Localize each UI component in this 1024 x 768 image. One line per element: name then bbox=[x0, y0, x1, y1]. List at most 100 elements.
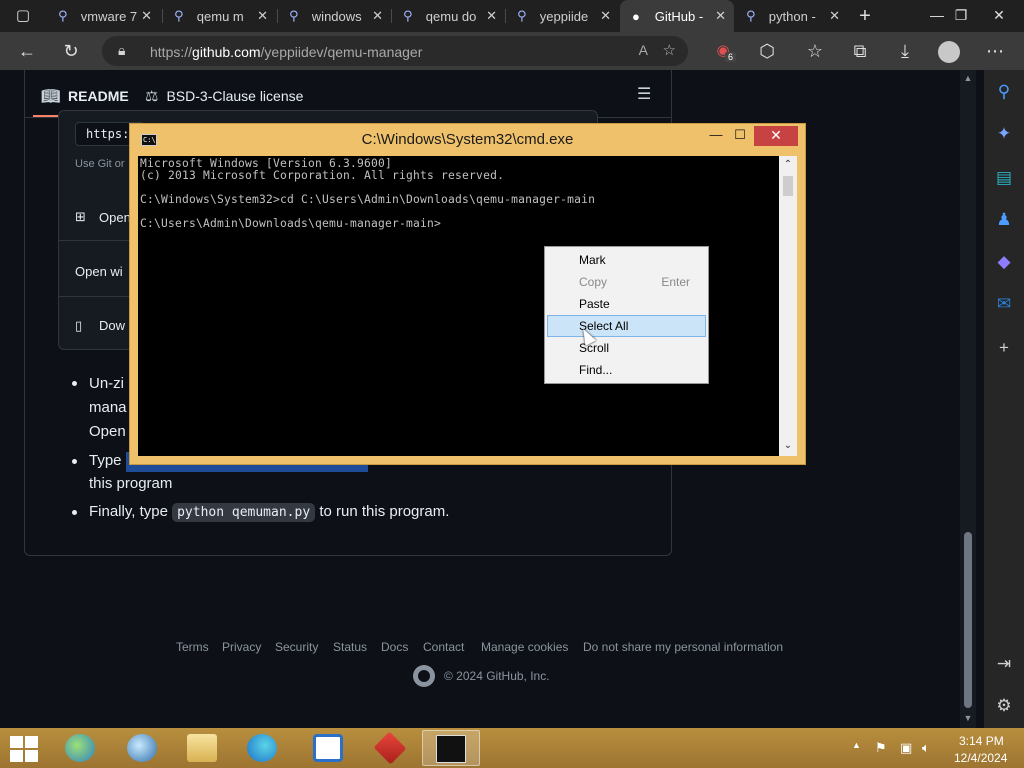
close-tab-icon[interactable]: ✕ bbox=[257, 8, 268, 24]
menu-item-select-all[interactable]: Select All bbox=[547, 315, 706, 337]
taskbar-cmd-icon[interactable] bbox=[422, 730, 480, 766]
browser-toolbar: ← ↻ 🔒︎ https://github.com/yeppiidev/qemu… bbox=[0, 32, 1024, 70]
menu-item-mark[interactable]: Mark bbox=[547, 249, 706, 271]
taskbar-file-explorer-icon[interactable] bbox=[174, 730, 232, 766]
github-logo-icon[interactable] bbox=[413, 665, 435, 687]
open-with-desktop-link[interactable]: Open bbox=[99, 210, 131, 225]
start-button-icon[interactable] bbox=[10, 736, 38, 762]
outlook-icon[interactable]: ✉ bbox=[984, 294, 1024, 314]
tab-7[interactable]: ⚲ python - ✕ bbox=[734, 0, 848, 32]
console-line: C:\Windows\System32>cd C:\Users\Admin\Do… bbox=[140, 193, 596, 206]
taskbar-edge-icon[interactable] bbox=[234, 730, 292, 766]
download-zip-link[interactable]: Dow bbox=[99, 318, 125, 333]
hide-sidebar-icon[interactable]: ⇥ bbox=[984, 654, 1024, 674]
close-tab-icon[interactable]: ✕ bbox=[829, 8, 840, 24]
scroll-thumb[interactable] bbox=[964, 532, 972, 708]
scroll-up-icon[interactable]: ▲ bbox=[960, 73, 976, 83]
scroll-up-icon[interactable]: ⌃ bbox=[779, 159, 797, 170]
desktop-icon[interactable]: ⊞ bbox=[75, 209, 86, 225]
menu-item-paste[interactable]: Paste bbox=[547, 293, 706, 315]
list-bullet bbox=[72, 381, 77, 386]
close-tab-icon[interactable]: ✕ bbox=[600, 8, 611, 24]
menu-item-label: Paste bbox=[579, 297, 610, 311]
tools-icon[interactable]: ♟ bbox=[984, 210, 1024, 230]
tab-label: GitHub - bbox=[654, 8, 704, 24]
taskbar-globe-icon[interactable] bbox=[114, 730, 172, 766]
url-host: github.com bbox=[192, 44, 261, 60]
close-window-icon[interactable]: ✕ bbox=[754, 126, 798, 146]
footer-link-terms[interactable]: Terms bbox=[176, 640, 209, 654]
add-favorite-icon[interactable]: ☆ bbox=[663, 41, 676, 59]
edge-sidebar: ⚲ ✦ ▤ ♟ ◆ ✉ + ⇥ ⚙ bbox=[984, 70, 1024, 728]
more-menu-icon[interactable]: ⋯ bbox=[978, 32, 1012, 70]
tab-4[interactable]: ⚲ qemu do ✕ bbox=[391, 0, 505, 32]
footer-link-do-not-share[interactable]: Do not share my personal information bbox=[583, 640, 783, 654]
url-text[interactable]: https://github.com/yeppiidev/qemu-manage… bbox=[150, 44, 422, 60]
footer-link-manage-cookies[interactable]: Manage cookies bbox=[481, 640, 568, 654]
tab-5[interactable]: ⚲ yeppiide ✕ bbox=[505, 0, 619, 32]
new-tab-icon[interactable]: + bbox=[848, 0, 882, 35]
close-tab-icon[interactable]: ✕ bbox=[715, 8, 726, 24]
refresh-icon[interactable]: ↻ bbox=[54, 32, 88, 70]
maximize-icon[interactable]: ☐ bbox=[726, 126, 754, 146]
tab-github-active[interactable]: ● GitHub - ✕ bbox=[620, 0, 734, 32]
copilot-icon[interactable]: ✦ bbox=[984, 124, 1024, 144]
clock-date[interactable]: 12/4/2024 bbox=[954, 751, 1007, 765]
close-tab-icon[interactable]: ✕ bbox=[141, 8, 152, 24]
tab-2[interactable]: ⚲ qemu m ✕ bbox=[162, 0, 276, 32]
menu-item-find[interactable]: Find... bbox=[547, 359, 706, 381]
volume-icon[interactable]: 🔈︎ bbox=[922, 740, 930, 756]
clock-time[interactable]: 3:14 PM bbox=[959, 734, 1004, 748]
read-aloud-icon[interactable]: A bbox=[639, 42, 648, 58]
footer-link-security[interactable]: Security bbox=[275, 640, 318, 654]
taskbar-ie-globe-icon[interactable] bbox=[52, 730, 110, 766]
cmd-titlebar[interactable]: C:\ C:\Windows\System32\cmd.exe — ☐ ✕ bbox=[130, 124, 805, 156]
favorites-icon[interactable]: ☆ bbox=[798, 32, 832, 70]
tab-readme[interactable]: 📖︎ README bbox=[41, 87, 129, 105]
close-window-icon[interactable]: ✕ bbox=[982, 0, 1016, 32]
add-icon[interactable]: + bbox=[984, 338, 1024, 358]
shopping-icon[interactable]: ▤ bbox=[984, 168, 1024, 188]
extensions-icon[interactable]: ⬡ bbox=[750, 32, 784, 70]
downloads-icon[interactable]: ⤓ bbox=[888, 32, 922, 70]
outline-list-icon[interactable]: ☰ bbox=[637, 84, 651, 104]
menu-item-label: Copy bbox=[579, 275, 608, 289]
tab-license-label: BSD-3-Clause license bbox=[166, 88, 304, 104]
profile-avatar-icon[interactable] bbox=[932, 32, 966, 70]
taskbar-app-icon[interactable] bbox=[300, 730, 358, 766]
close-tab-icon[interactable]: ✕ bbox=[372, 8, 383, 24]
scroll-down-icon[interactable]: ▼ bbox=[960, 713, 976, 723]
action-center-flag-icon[interactable]: ⚑ bbox=[875, 740, 887, 756]
taskbar-red-app-icon[interactable] bbox=[362, 730, 420, 766]
show-hidden-icons-icon[interactable]: ▲ bbox=[852, 740, 861, 750]
games-icon[interactable]: ◆ bbox=[984, 252, 1024, 272]
page-scrollbar[interactable]: ▲ ▼ bbox=[960, 70, 976, 728]
ublock-extension-icon[interactable]: ◉ bbox=[706, 32, 740, 70]
tab-license[interactable]: ⚖ BSD-3-Clause license bbox=[145, 87, 303, 105]
tab-3[interactable]: ⚲ windows ✕ bbox=[277, 0, 391, 32]
scale-icon: ⚖ bbox=[145, 88, 159, 105]
footer-link-docs[interactable]: Docs bbox=[381, 640, 408, 654]
tab-actions-icon[interactable]: ▢ bbox=[6, 0, 40, 35]
search-icon: ⚲ bbox=[746, 8, 756, 23]
menu-item-copy[interactable]: Copy Enter bbox=[547, 271, 706, 293]
close-tab-icon[interactable]: ✕ bbox=[486, 8, 497, 24]
settings-gear-icon[interactable]: ⚙ bbox=[984, 696, 1024, 716]
restore-icon[interactable]: ❐ bbox=[944, 0, 978, 32]
search-icon: ⚲ bbox=[289, 8, 299, 23]
console-context-menu: Mark Copy Enter Paste Select All Scroll F… bbox=[544, 246, 709, 384]
open-with-link[interactable]: Open wi bbox=[75, 264, 123, 279]
collections-icon[interactable]: ⧉ bbox=[843, 32, 877, 70]
scroll-down-icon[interactable]: ⌄ bbox=[779, 440, 797, 451]
scroll-thumb[interactable] bbox=[783, 176, 793, 196]
menu-item-scroll[interactable]: Scroll bbox=[547, 337, 706, 359]
network-icon[interactable]: ▣ bbox=[900, 740, 912, 756]
cmd-scrollbar[interactable]: ⌃ ⌄ bbox=[779, 156, 797, 456]
tab-1[interactable]: ⚲ vmware 7 ✕ bbox=[46, 0, 160, 32]
search-icon[interactable]: ⚲ bbox=[984, 82, 1024, 102]
footer-link-status[interactable]: Status bbox=[333, 640, 367, 654]
footer-link-contact[interactable]: Contact bbox=[423, 640, 464, 654]
address-bar[interactable]: 🔒︎ https://github.com/yeppiidev/qemu-man… bbox=[102, 36, 688, 66]
back-arrow-icon[interactable]: ← bbox=[10, 32, 44, 70]
footer-link-privacy[interactable]: Privacy bbox=[222, 640, 261, 654]
